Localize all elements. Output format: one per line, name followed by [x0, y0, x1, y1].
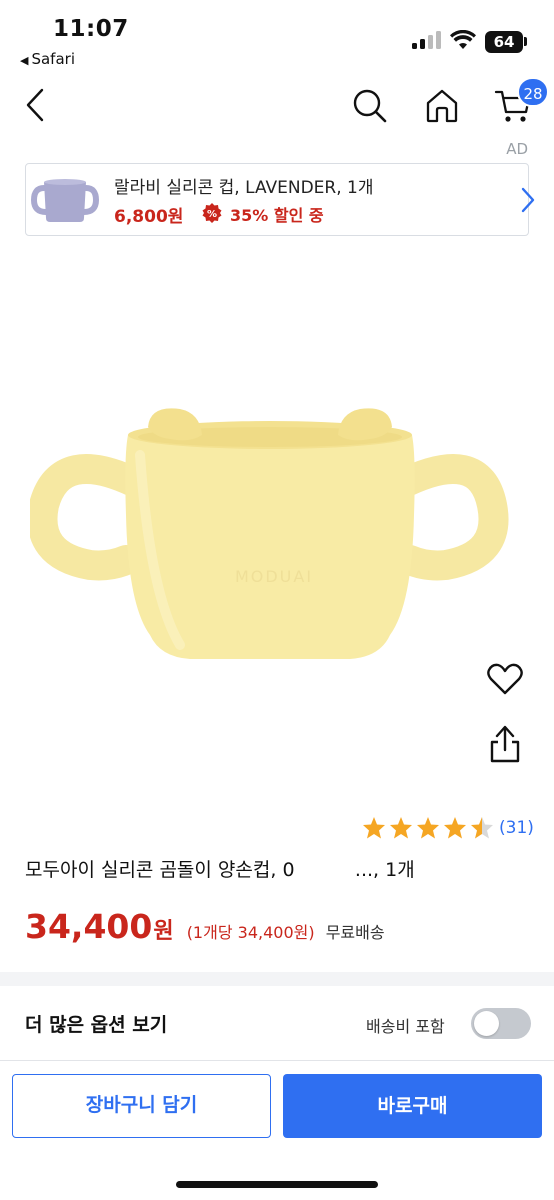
product-price: 34,400	[25, 907, 153, 946]
home-indicator	[176, 1181, 378, 1188]
chevron-right-icon[interactable]	[520, 186, 536, 214]
home-icon[interactable]	[424, 88, 460, 124]
buy-now-button[interactable]: 바로구매	[283, 1074, 542, 1138]
discount-badge-icon: %	[202, 203, 222, 223]
top-nav	[0, 78, 554, 140]
ad-label: AD	[506, 140, 528, 158]
shipping-included-toggle[interactable]	[471, 1008, 531, 1039]
cart-count-badge: 28	[517, 77, 549, 107]
rating-stars-icon	[363, 817, 493, 839]
more-options-label[interactable]: 더 많은 옵션 보기	[25, 1010, 167, 1037]
shipping-info: 무료배송	[325, 923, 385, 942]
back-chevron-icon[interactable]	[24, 88, 46, 122]
section-divider	[0, 972, 554, 986]
ad-banner[interactable]: 랄라비 실리콘 컵, LAVENDER, 1개 6,800원 % 35% 할인 …	[25, 163, 535, 236]
product-title: 모두아이 실리콘 곰돌이 양손컵, 0 ..., 1개	[25, 859, 415, 881]
discount-badge-text: %	[207, 209, 217, 220]
status-time: 11:07	[53, 16, 129, 42]
share-icon[interactable]	[488, 724, 522, 764]
unit-price: (1개당 34,400원)	[186, 923, 315, 942]
ad-discount-text: 35% 할인 중	[230, 206, 324, 225]
bottom-action-bar: 장바구니 담기 바로구매	[0, 1060, 554, 1200]
svg-text:MODUAI: MODUAI	[235, 567, 313, 586]
back-app-label: Safari	[31, 50, 75, 68]
search-icon[interactable]	[352, 88, 388, 124]
toggle-knob	[474, 1011, 499, 1036]
status-bar: 11:07 ◀ Safari 64	[0, 0, 554, 78]
ad-product-name: 랄라비 실리콘 컵, LAVENDER, 1개	[114, 178, 374, 198]
product-image[interactable]: MODUAI	[30, 395, 510, 695]
add-to-cart-button[interactable]: 장바구니 담기	[12, 1074, 271, 1138]
price-currency: 원	[153, 919, 174, 944]
heart-icon[interactable]	[486, 662, 524, 696]
back-to-app-link[interactable]: ◀ Safari	[20, 50, 75, 68]
battery-indicator: 64	[485, 31, 523, 53]
wifi-icon	[450, 30, 476, 49]
cellular-signal-icon	[412, 31, 442, 49]
price-row: 34,400원 (1개당 34,400원) 무료배송	[25, 907, 385, 951]
ad-product-thumbnail	[30, 179, 100, 222]
more-options-row[interactable]: 더 많은 옵션 보기 배송비 포함	[0, 986, 554, 1060]
review-count[interactable]: (31)	[499, 818, 534, 838]
shipping-included-label: 배송비 포함	[366, 1017, 445, 1036]
ad-price: 6,800원	[114, 207, 184, 227]
back-triangle-icon: ◀	[20, 54, 29, 67]
battery-tip	[524, 37, 527, 46]
